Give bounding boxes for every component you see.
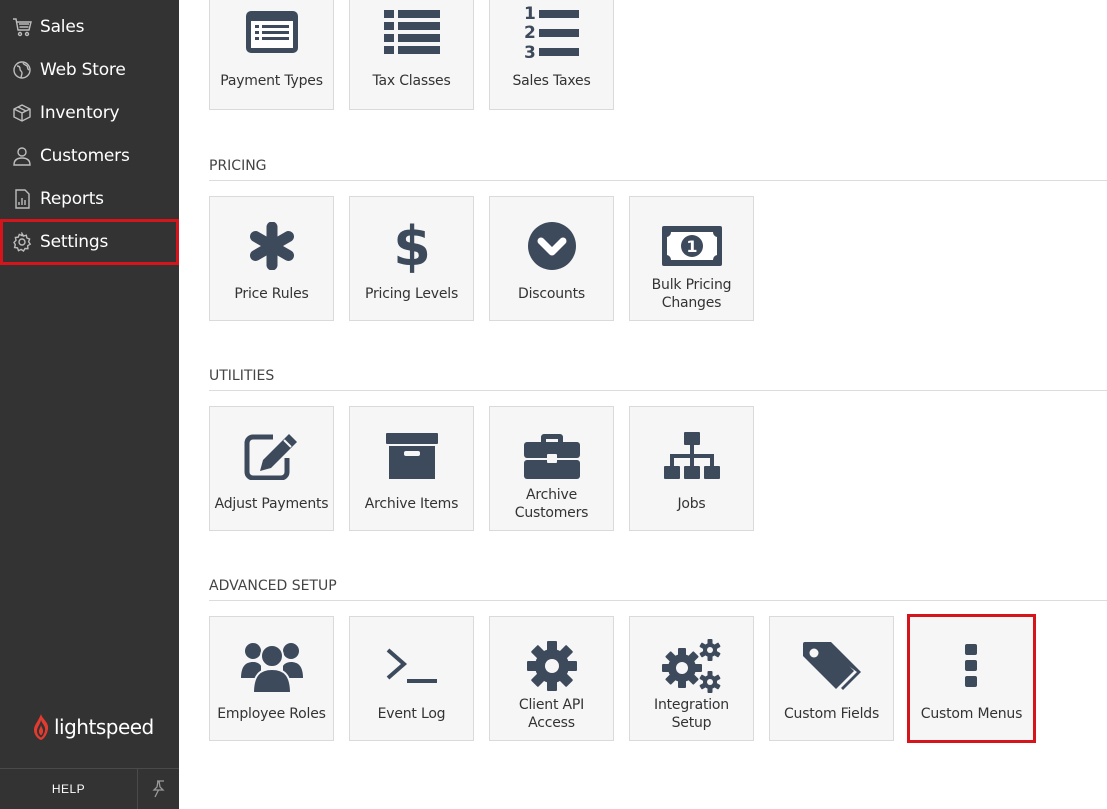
help-button[interactable]: HELP <box>0 769 137 809</box>
section-divider <box>209 600 1107 601</box>
tile-archive-items[interactable]: Archive Items <box>349 406 474 531</box>
tile-discounts[interactable]: Discounts <box>489 196 614 321</box>
tile-archive-customers[interactable]: Archive Customers <box>489 406 614 531</box>
svg-text:$: $ <box>393 218 431 274</box>
section-divider <box>209 390 1107 391</box>
tile-tax-classes[interactable]: Tax Classes <box>349 0 474 110</box>
tile-label: Archive Customers <box>514 487 589 521</box>
tile-adjust-payments[interactable]: Adjust Payments <box>209 406 334 531</box>
users-icon <box>210 637 333 695</box>
section-title-pricing: PRICING <box>209 158 267 174</box>
tile-label: Adjust Payments <box>214 496 329 512</box>
sidebar-item-customers[interactable]: Customers <box>0 134 179 177</box>
pin-button[interactable] <box>137 769 179 809</box>
help-bar: HELP <box>0 768 179 809</box>
tile-label: Discounts <box>518 286 585 302</box>
box-icon <box>11 102 32 123</box>
tile-label: Integration Setup <box>654 697 729 731</box>
tile-label: Jobs <box>677 496 706 512</box>
tile-label: Payment Types <box>220 73 323 89</box>
sidebar-item-label: Web Store <box>40 59 126 80</box>
dollar-icon: $ <box>350 217 473 275</box>
sidebar-item-label: Inventory <box>40 102 120 123</box>
edit-icon <box>210 427 333 485</box>
logo-text: lightspeed <box>54 715 154 739</box>
pin-icon <box>151 780 165 798</box>
tile-label: Bulk Pricing Changes <box>651 277 732 311</box>
tile-label: Client API Access <box>518 697 585 731</box>
tile-label: Archive Items <box>364 496 459 512</box>
report-icon <box>11 188 32 209</box>
tags-icon <box>770 637 893 695</box>
svg-text:1: 1 <box>524 4 536 24</box>
sitemap-icon <box>630 427 753 485</box>
lightspeed-logo[interactable]: lightspeed <box>31 713 154 741</box>
tile-sales-taxes[interactable]: 123 Sales Taxes <box>489 0 614 110</box>
tile-jobs[interactable]: Jobs <box>629 406 754 531</box>
asterisk-icon <box>210 217 333 275</box>
svg-text:1: 1 <box>686 237 697 256</box>
cogs-icon <box>630 637 753 695</box>
payment-types-icon <box>210 2 333 62</box>
tile-client-api-access[interactable]: Client API Access <box>489 616 614 741</box>
tile-label: Custom Fields <box>783 706 880 722</box>
sidebar-item-inventory[interactable]: Inventory <box>0 91 179 134</box>
briefcase-icon <box>490 427 613 485</box>
tile-label: Custom Menus <box>920 706 1023 722</box>
tile-label: Employee Roles <box>217 706 326 722</box>
sidebar-item-label: Customers <box>40 145 130 166</box>
tile-employee-roles[interactable]: Employee Roles <box>209 616 334 741</box>
tile-event-log[interactable]: Event Log <box>349 616 474 741</box>
chevron-circle-icon <box>490 217 613 275</box>
cog-icon <box>490 637 613 695</box>
flame-icon <box>34 714 49 740</box>
archive-icon <box>350 427 473 485</box>
cart-icon <box>11 16 32 37</box>
globe-icon <box>11 59 32 80</box>
tile-label: Sales Taxes <box>512 73 591 89</box>
person-icon <box>11 145 32 166</box>
tile-label: Pricing Levels <box>364 286 459 302</box>
tile-bulk-pricing-changes[interactable]: 1 Bulk Pricing Changes <box>629 196 754 321</box>
vertical-dots-icon <box>910 637 1033 695</box>
section-divider <box>209 180 1107 181</box>
terminal-icon <box>350 637 473 695</box>
money-bill-icon: 1 <box>630 217 753 275</box>
sidebar-item-label: Settings <box>40 232 109 252</box>
sidebar-item-label: Reports <box>40 188 104 209</box>
sidebar-item-settings[interactable]: Settings <box>0 219 179 265</box>
section-title-advanced-setup: ADVANCED SETUP <box>209 578 337 594</box>
sidebar-item-web-store[interactable]: Web Store <box>0 48 179 91</box>
sidebar-item-reports[interactable]: Reports <box>0 177 179 220</box>
sidebar-item-sales[interactable]: Sales <box>0 5 179 48</box>
gear-icon <box>11 232 32 253</box>
tile-label: Tax Classes <box>372 73 451 89</box>
list-icon <box>350 2 473 62</box>
tile-label: Price Rules <box>234 286 309 302</box>
tile-integration-setup[interactable]: Integration Setup <box>629 616 754 741</box>
tile-label: Event Log <box>377 706 446 722</box>
tile-payment-types[interactable]: Payment Types <box>209 0 334 110</box>
tile-custom-fields[interactable]: Custom Fields <box>769 616 894 741</box>
section-title-utilities: UTILITIES <box>209 368 275 384</box>
svg-text:3: 3 <box>524 43 536 60</box>
tile-pricing-levels[interactable]: $ Pricing Levels <box>349 196 474 321</box>
svg-text:2: 2 <box>524 23 536 43</box>
tile-custom-menus[interactable]: Custom Menus <box>907 614 1036 743</box>
sidebar-item-label: Sales <box>40 16 85 37</box>
tile-price-rules[interactable]: Price Rules <box>209 196 334 321</box>
numbered-list-icon: 123 <box>490 2 613 62</box>
sidebar: Sales Web Store Inventory Customers Repo <box>0 0 179 809</box>
